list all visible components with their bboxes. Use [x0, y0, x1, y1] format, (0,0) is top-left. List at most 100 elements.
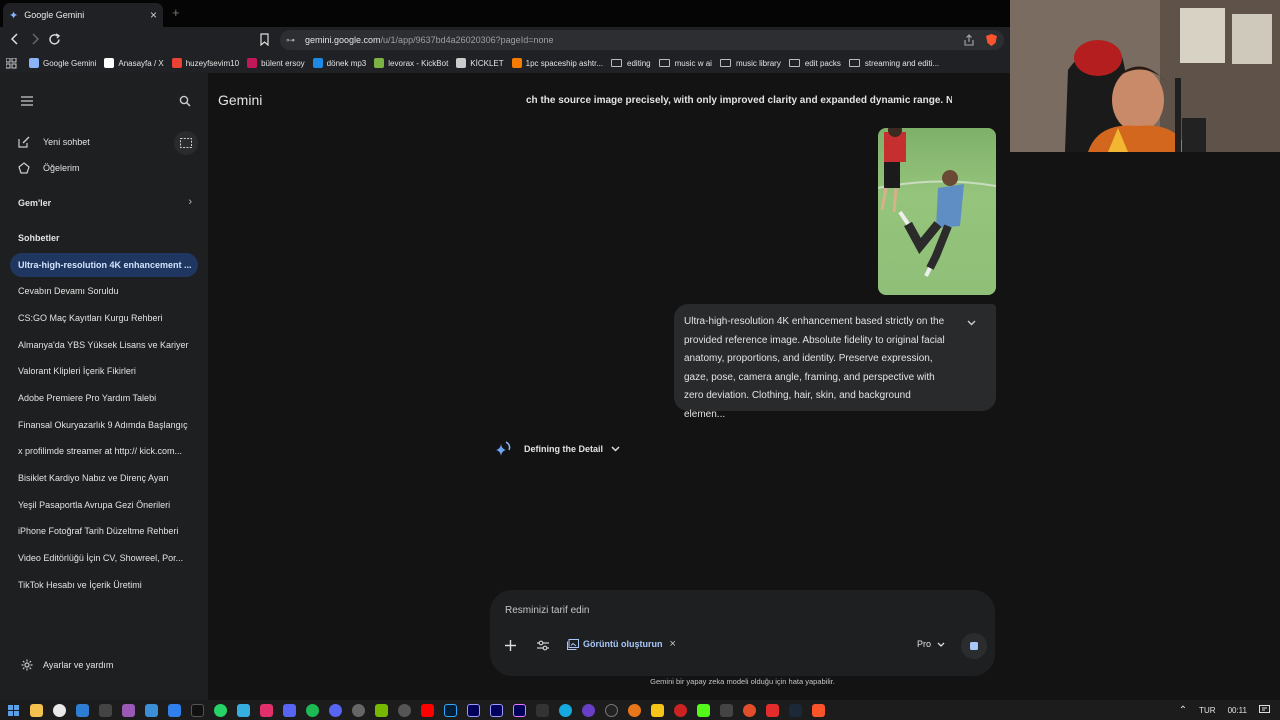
- nvidia-icon[interactable]: [375, 703, 388, 717]
- app-icon[interactable]: [743, 703, 756, 717]
- apps-grid-icon[interactable]: [6, 57, 17, 69]
- premiere-icon[interactable]: [513, 703, 526, 717]
- chat-item[interactable]: x profilimde streamer at http:// kick.co…: [10, 439, 198, 463]
- obs-icon[interactable]: [398, 703, 411, 717]
- app-icon[interactable]: [582, 703, 595, 717]
- chat-item[interactable]: Adobe Premiere Pro Yardım Talebi: [10, 386, 198, 410]
- expand-chevron-icon[interactable]: [967, 320, 976, 326]
- stop-button[interactable]: [961, 633, 987, 659]
- chat-item[interactable]: Cevabın Devamı Soruldu: [10, 279, 198, 303]
- site-info-icon[interactable]: ⊶: [286, 35, 295, 46]
- chat-item[interactable]: TikTok Hesabı ve İçerik Üretimi: [10, 573, 198, 597]
- temporary-chat-button[interactable]: [174, 131, 198, 155]
- illustrator-icon[interactable]: [421, 703, 434, 717]
- gems-button[interactable]: Gem'ler ›: [18, 196, 192, 208]
- app-icon[interactable]: [122, 703, 135, 717]
- notification-icon[interactable]: [1259, 705, 1270, 715]
- close-tab-icon[interactable]: ×: [150, 8, 157, 22]
- notion-icon[interactable]: [99, 703, 112, 717]
- app-icon[interactable]: [605, 703, 618, 717]
- app-icon[interactable]: [674, 703, 687, 717]
- new-tab-icon[interactable]: +: [172, 5, 180, 20]
- brave-shield-icon[interactable]: [985, 33, 998, 47]
- add-icon[interactable]: [505, 640, 516, 651]
- bookmark-folder-streaming[interactable]: streaming and editi...: [848, 59, 939, 68]
- discord-icon[interactable]: [283, 703, 296, 717]
- steam-icon[interactable]: [789, 703, 802, 717]
- back-icon[interactable]: [9, 33, 21, 45]
- whatsapp-icon[interactable]: [214, 703, 227, 717]
- media-encoder-icon[interactable]: [467, 703, 480, 717]
- language-indicator[interactable]: TUR: [1199, 706, 1215, 715]
- spotify-icon[interactable]: [306, 703, 319, 717]
- bookmark-gmail[interactable]: huzeyfsevim10: [171, 58, 239, 68]
- chat-item[interactable]: Yeşil Pasaportla Avrupa Gezi Önerileri: [10, 493, 198, 517]
- chat-item[interactable]: Almanya'da YBS Yüksek Lisans ve Kariyer: [10, 333, 198, 357]
- chat-item[interactable]: Video Editörlüğü İçin CV, Showreel, Por.…: [10, 546, 198, 570]
- bookmark-spaceship-ashtray[interactable]: 1pc spaceship ashtr...: [511, 58, 603, 68]
- attached-image[interactable]: [878, 128, 996, 295]
- thinking-indicator[interactable]: Defining the Detail: [495, 441, 620, 457]
- instagram-icon[interactable]: [260, 703, 273, 717]
- bookmark-page-icon[interactable]: [259, 33, 270, 46]
- app-icon[interactable]: [651, 703, 664, 717]
- app-icon[interactable]: [720, 703, 733, 717]
- settings-button[interactable]: Ayarlar ve yardım: [21, 659, 113, 671]
- model-label: Pro: [917, 639, 932, 649]
- prompt-input[interactable]: Resminizi tarif edin: [505, 605, 589, 616]
- bookmark-google-gemini[interactable]: Google Gemini: [29, 58, 96, 68]
- vscode-icon[interactable]: [76, 703, 89, 717]
- forward-icon[interactable]: [29, 33, 41, 45]
- chrome-icon[interactable]: [53, 703, 66, 717]
- mail-icon[interactable]: [145, 703, 158, 717]
- chat-item[interactable]: Valorant Klipleri İçerik Fikirleri: [10, 359, 198, 383]
- reload-icon[interactable]: [48, 33, 61, 46]
- tab-google-gemini[interactable]: ✦ Google Gemini ×: [3, 3, 163, 27]
- remove-chip-icon[interactable]: ×: [669, 638, 675, 650]
- menu-icon[interactable]: [21, 96, 33, 106]
- tiktok-icon[interactable]: [191, 703, 204, 717]
- windows-start-icon[interactable]: [8, 704, 19, 716]
- brave-icon[interactable]: [812, 703, 825, 717]
- kick-icon[interactable]: [697, 703, 710, 717]
- x-logo-icon: [104, 58, 115, 68]
- telegram-icon[interactable]: [237, 703, 250, 717]
- app-icon[interactable]: [766, 703, 779, 717]
- app-icon[interactable]: [628, 703, 641, 717]
- bookmark-bulent-ersoy[interactable]: bülent ersoy: [247, 58, 305, 68]
- folder-icon: [611, 59, 623, 67]
- share-icon[interactable]: [963, 34, 975, 46]
- search-icon[interactable]: [179, 95, 191, 107]
- app-icon[interactable]: [352, 703, 365, 717]
- app-icon[interactable]: [168, 703, 181, 717]
- address-bar[interactable]: ⊶ gemini.google.com/u/1/app/9637bd4a2602…: [280, 30, 1004, 50]
- bookmark-kickbot[interactable]: levorax - KickBot: [374, 58, 448, 68]
- clock[interactable]: 00:11: [1228, 706, 1247, 715]
- bookmark-x[interactable]: Anasayfa / X: [104, 58, 164, 68]
- my-stuff-button[interactable]: Öğelerim: [18, 162, 80, 174]
- bookmark-folder-music-w-ai[interactable]: music w ai: [658, 59, 712, 68]
- photoshop-icon[interactable]: [444, 703, 457, 717]
- chat-item[interactable]: Finansal Okuryazarlık 9 Adımda Başlangıç: [10, 413, 198, 437]
- site-icon: [312, 58, 323, 68]
- tray-chevron-icon[interactable]: ⌃: [1179, 705, 1187, 716]
- chat-item[interactable]: Bisiklet Kardiyo Nabız ve Direnç Ayarı: [10, 466, 198, 490]
- after-effects-icon[interactable]: [490, 703, 503, 717]
- bookmark-kicklet[interactable]: KİCKLET: [456, 58, 504, 68]
- file-explorer-icon[interactable]: [30, 703, 43, 717]
- bookmark-donek-mp3[interactable]: dönek mp3: [312, 58, 366, 68]
- discord-icon[interactable]: [329, 703, 342, 717]
- app-icon[interactable]: [536, 703, 549, 717]
- chat-item[interactable]: iPhone Fotoğraf Tarih Düzeltme Rehberi: [10, 519, 198, 543]
- image-generation-chip[interactable]: Görüntü oluşturun ×: [567, 638, 676, 650]
- new-chat-button[interactable]: Yeni sohbet: [18, 136, 90, 148]
- bookmark-folder-edit-packs[interactable]: edit packs: [788, 59, 841, 68]
- chat-item[interactable]: CS:GO Maç Kayıtları Kurgu Rehberi: [10, 306, 198, 330]
- app-icon[interactable]: [559, 703, 572, 717]
- tools-icon[interactable]: [537, 640, 549, 651]
- model-selector[interactable]: Pro: [917, 639, 945, 649]
- edit-icon: [18, 136, 30, 148]
- bookmark-folder-editing[interactable]: editing: [611, 59, 651, 68]
- chat-item-active[interactable]: Ultra-high-resolution 4K enhancement ...: [10, 253, 198, 277]
- bookmark-folder-music-library[interactable]: music library: [719, 59, 781, 68]
